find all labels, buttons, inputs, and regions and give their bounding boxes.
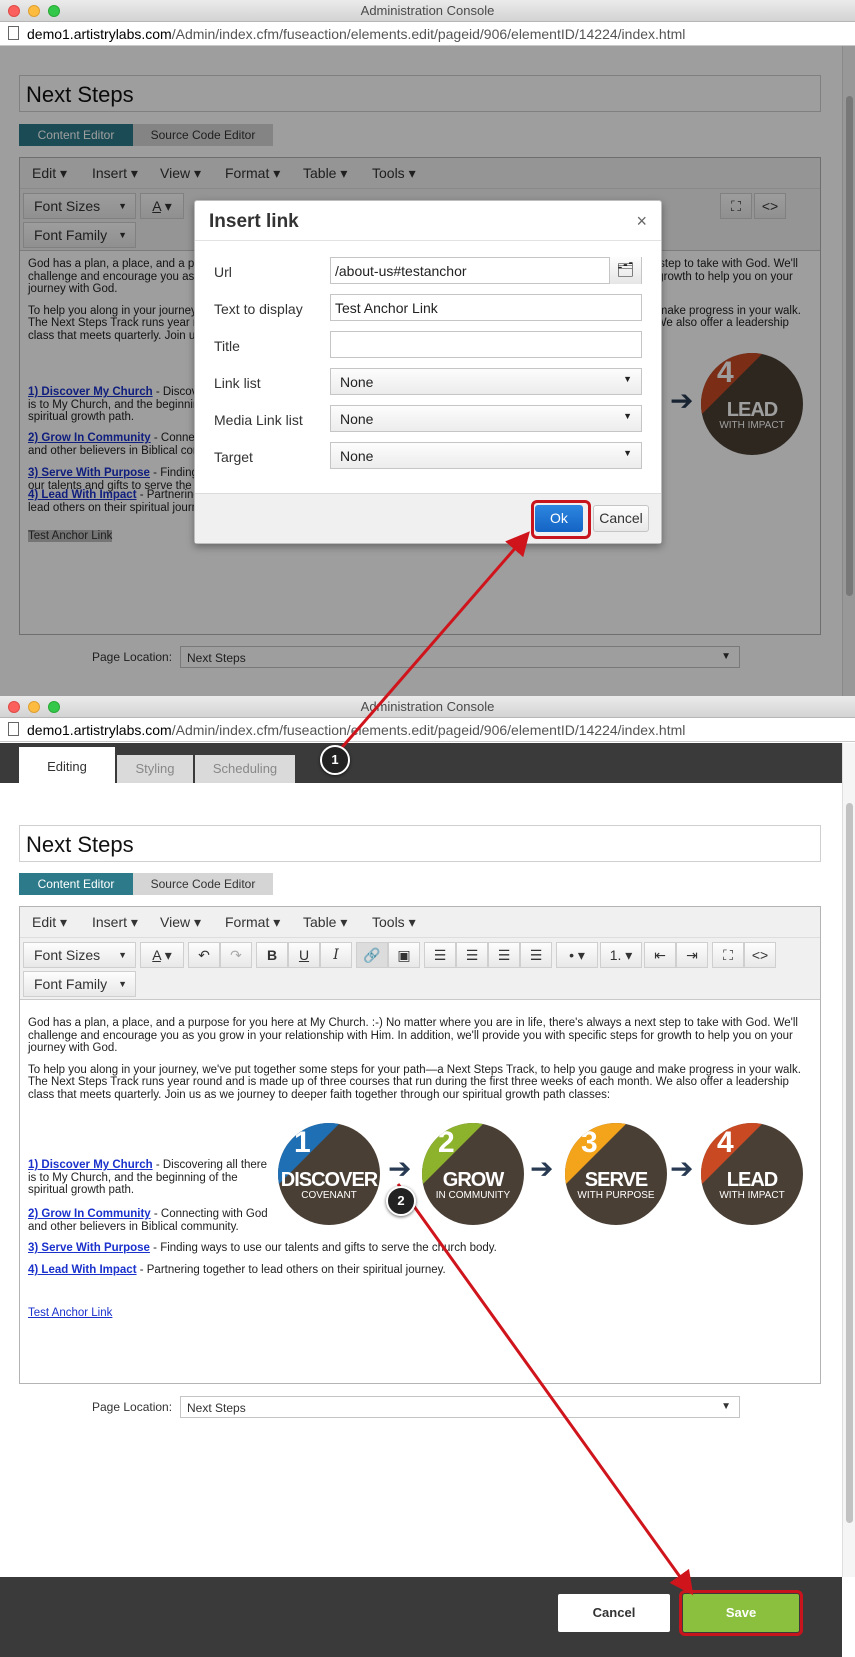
step-marker: 2 (386, 1186, 416, 1216)
step-marker: 1 (320, 745, 350, 775)
arrow-to-ok (336, 531, 530, 753)
annotation-arrows (336, 531, 694, 1596)
arrow-to-save (396, 1183, 694, 1596)
